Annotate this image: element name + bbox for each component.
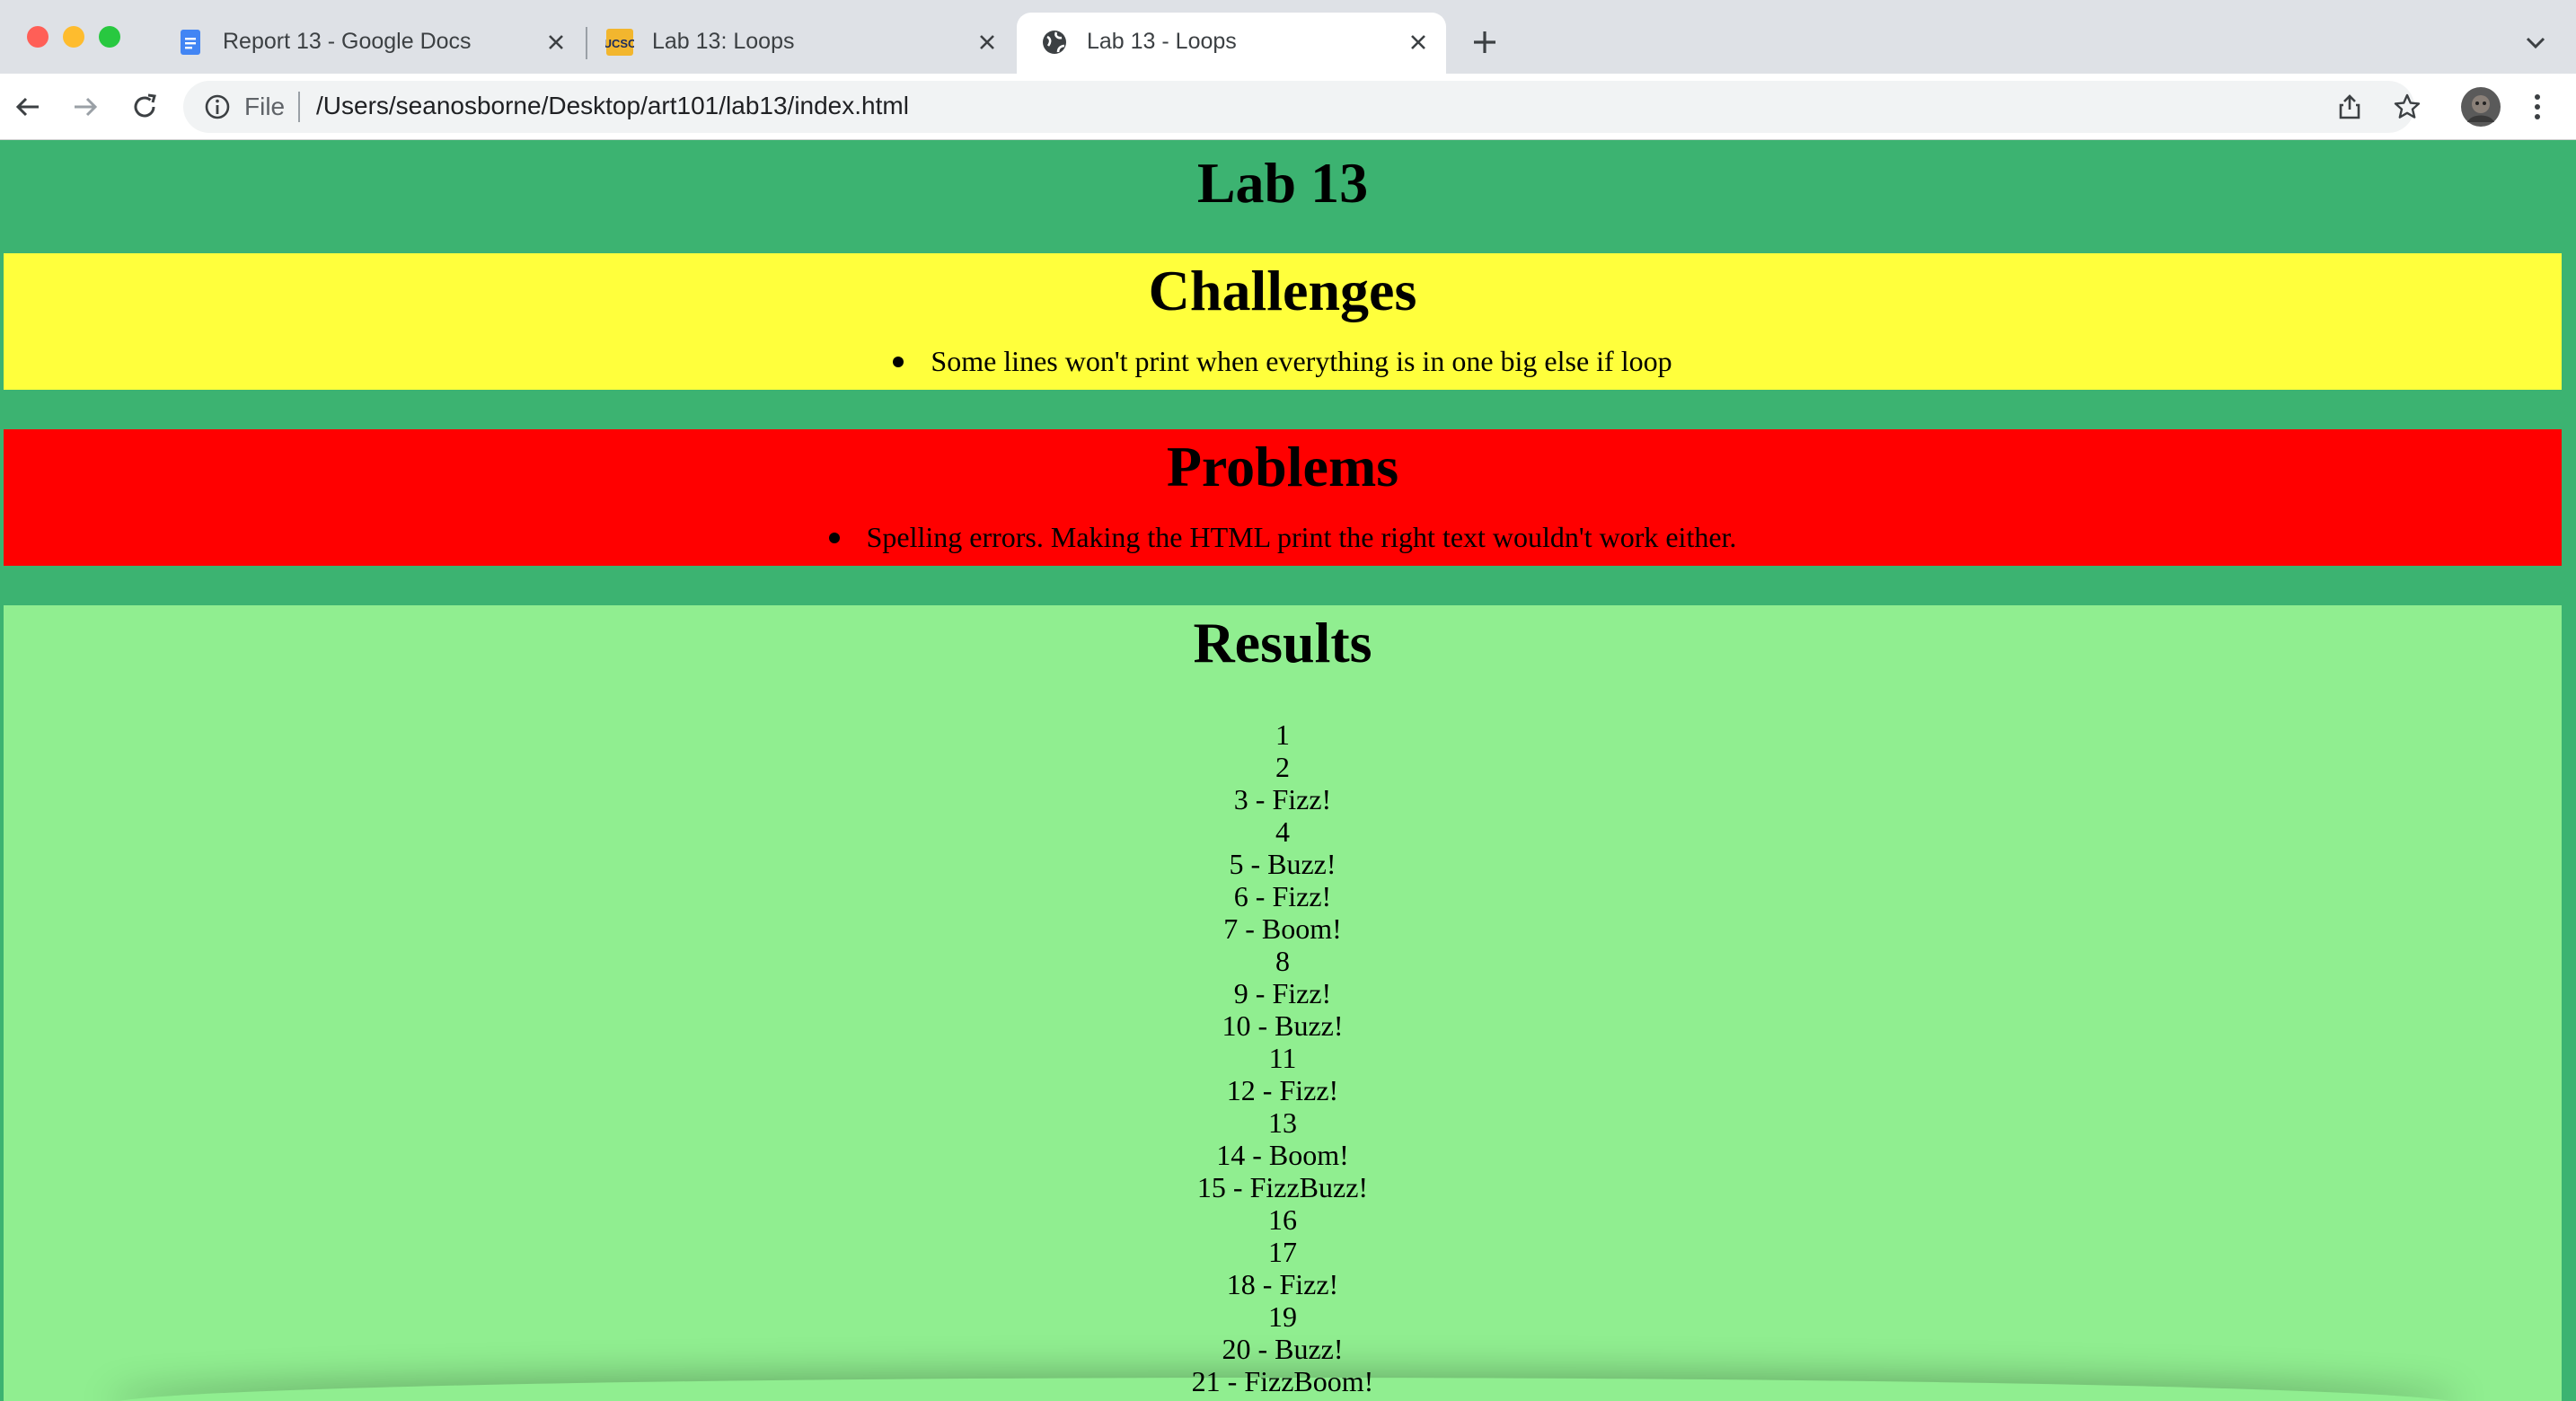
minimize-window-button[interactable] (63, 26, 84, 48)
arrow-right-icon (75, 97, 98, 117)
ucsc-icon: UCSC (605, 29, 634, 56)
tab-title: Report 13 - Google Docs (223, 29, 472, 54)
results-section: Results 1 2 3 - Fizz! 4 5 - Buzz! 6 - Fi… (4, 605, 2562, 1401)
close-tab-icon[interactable] (1403, 27, 1434, 57)
challenges-section: Challenges Some lines won't print when e… (4, 253, 2562, 390)
tab-strip: Report 13 - Google Docs UCSC Lab 13: Loo… (0, 0, 2576, 74)
google-docs-icon (181, 30, 200, 55)
problems-section: Problems Spelling errors. Making the HTM… (4, 429, 2562, 566)
result-line: 11 (1268, 1042, 1297, 1074)
close-window-button[interactable] (27, 26, 49, 48)
tab-title: Lab 13: Loops (652, 29, 795, 54)
result-line: 19 (1268, 1300, 1297, 1333)
list-item: Some lines won't print when everything i… (4, 343, 2562, 379)
address-separator (298, 92, 300, 122)
challenge-text: Some lines won't print when everything i… (931, 345, 1672, 377)
tab-google-docs[interactable]: Report 13 - Google Docs (153, 13, 582, 74)
plus-icon (1474, 31, 1495, 53)
result-line: 14 - Boom! (1216, 1139, 1349, 1171)
reload-icon (134, 93, 156, 118)
challenges-list: Some lines won't print when everything i… (4, 343, 2562, 379)
tab-lab13-loops-active[interactable]: Lab 13 - Loops (1017, 13, 1446, 74)
maximize-window-button[interactable] (99, 26, 120, 48)
chevron-down-icon (2526, 37, 2545, 49)
avatar (2461, 87, 2501, 127)
results-list: 1 2 3 - Fizz! 4 5 - Buzz! 6 - Fizz! 7 - … (4, 718, 2562, 1401)
result-line: 5 - Buzz! (1229, 848, 1337, 880)
tab-title: Lab 13 - Loops (1087, 29, 1237, 54)
problems-heading: Problems (1166, 435, 1399, 498)
result-line: 20 - Buzz! (1222, 1333, 1344, 1365)
back-button[interactable] (7, 86, 49, 128)
new-tab-button[interactable] (1464, 22, 1505, 63)
result-line: 10 - Buzz! (1222, 1009, 1344, 1042)
reload-button[interactable] (124, 86, 165, 128)
file-scheme-label: File (244, 93, 286, 120)
results-heading: Results (1193, 611, 1372, 674)
result-line: 7 - Boom! (1223, 912, 1342, 945)
result-line: 9 - Fizz! (1233, 977, 1332, 1009)
result-line: 8 (1275, 945, 1290, 977)
page-title: Lab 13 (1196, 151, 1369, 215)
bullet-icon (893, 356, 904, 367)
close-tab-icon[interactable] (972, 27, 1002, 57)
result-line: 16 (1268, 1203, 1297, 1236)
challenges-heading: Challenges (1148, 259, 1417, 322)
bullet-icon (828, 532, 840, 543)
globe-icon (1043, 31, 1066, 54)
result-line: 3 - Fizz! (1233, 783, 1332, 815)
result-line: 15 - FizzBuzz! (1196, 1171, 1369, 1203)
arrow-left-icon (15, 97, 39, 117)
close-tab-icon[interactable] (541, 27, 571, 57)
tab-search-button[interactable] (2515, 22, 2556, 63)
result-line: 1 (1275, 718, 1290, 751)
result-line: 12 - Fizz! (1226, 1074, 1339, 1106)
result-line: 2 (1275, 751, 1290, 783)
result-line: 13 (1268, 1106, 1297, 1139)
result-line: 18 - Fizz! (1226, 1268, 1339, 1300)
forward-button[interactable] (65, 86, 106, 128)
browser-chrome: Report 13 - Google Docs UCSC Lab 13: Loo… (0, 0, 2576, 140)
problems-list: Spelling errors. Making the HTML print t… (4, 519, 2562, 555)
info-icon[interactable] (203, 93, 232, 121)
menu-button[interactable] (2517, 86, 2558, 128)
more-vertical-icon (2535, 94, 2540, 119)
share-button[interactable] (2329, 86, 2370, 128)
share-icon (2339, 94, 2360, 119)
list-item: Spelling errors. Making the HTML print t… (4, 519, 2562, 555)
result-line: 17 (1268, 1236, 1297, 1268)
svg-text:UCSC: UCSC (605, 37, 634, 50)
toolbar: File /Users/seanosborne/Desktop/art101/l… (0, 74, 2576, 140)
tab-lab13-loops-ucsc[interactable]: UCSC Lab 13: Loops (582, 13, 1011, 74)
bookmark-button[interactable] (2386, 86, 2428, 128)
url-text[interactable]: /Users/seanosborne/Desktop/art101/lab13/… (316, 92, 909, 120)
result-line: 4 (1275, 815, 1290, 848)
address-bar[interactable]: File /Users/seanosborne/Desktop/art101/l… (183, 81, 2414, 133)
star-icon (2394, 93, 2421, 119)
page-content: Lab 13 Challenges Some lines won't print… (0, 140, 2576, 1401)
result-line: 6 - Fizz! (1233, 880, 1332, 912)
problem-text: Spelling errors. Making the HTML print t… (866, 521, 1737, 553)
profile-avatar-button[interactable] (2458, 84, 2503, 129)
